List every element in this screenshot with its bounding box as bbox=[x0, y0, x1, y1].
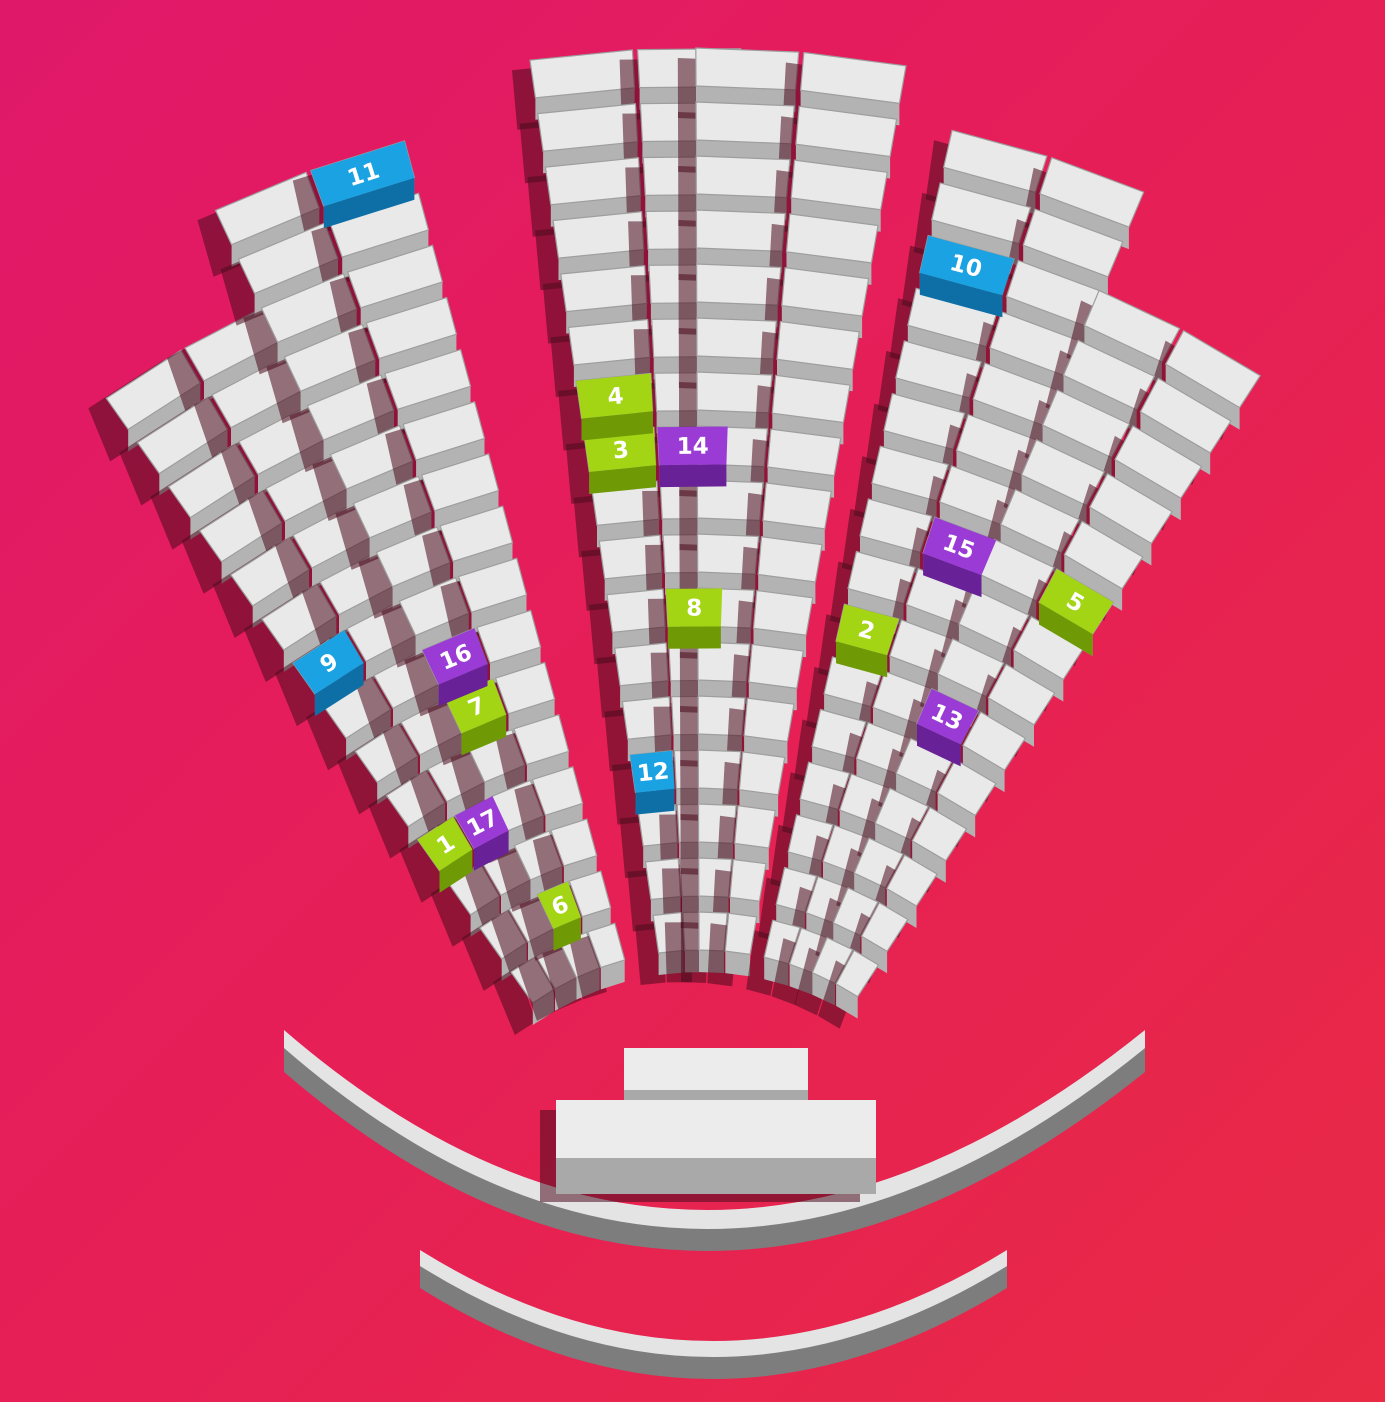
seat[interactable] bbox=[695, 47, 800, 91]
seating-hall-svg: 11796716111283 14421510135 bbox=[88, 47, 1262, 1379]
marked-seat-8[interactable]: 8 bbox=[665, 588, 723, 649]
podium-lower-front bbox=[556, 1158, 876, 1194]
marked-seat-front bbox=[635, 788, 675, 815]
seat[interactable] bbox=[757, 536, 823, 583]
seat[interactable] bbox=[748, 643, 804, 690]
seat[interactable] bbox=[738, 751, 786, 796]
seat[interactable] bbox=[752, 589, 814, 636]
stage-area bbox=[284, 1030, 1145, 1379]
marked-seat-front bbox=[667, 626, 721, 649]
seat-number-label: 14 bbox=[677, 434, 709, 460]
seating-map: 1 17 9 6 7 16 11 12 8 3 14 4 2 15 10 13 5 bbox=[0, 0, 1385, 1402]
podium-upper bbox=[624, 1048, 808, 1090]
stage-edge-arc-top bbox=[420, 1250, 1007, 1357]
seat-number-label: 4 bbox=[606, 383, 625, 410]
marked-seat-front bbox=[659, 464, 727, 488]
seat-number-label: 3 bbox=[612, 437, 631, 464]
podium-lower bbox=[556, 1100, 876, 1158]
seat-sections bbox=[88, 47, 1262, 1035]
seat-number-label: 8 bbox=[686, 596, 702, 622]
stage-edge-arc bbox=[420, 1258, 1007, 1379]
marked-seat-4[interactable]: 4 bbox=[576, 373, 653, 441]
seat-number-label: 12 bbox=[636, 758, 670, 787]
seat[interactable] bbox=[743, 697, 795, 743]
marked-seat-12[interactable]: 12 bbox=[630, 750, 675, 815]
seat-front bbox=[725, 951, 751, 977]
seat[interactable] bbox=[734, 805, 776, 849]
seat[interactable] bbox=[762, 482, 832, 530]
seat[interactable] bbox=[729, 858, 767, 902]
marked-seat-14[interactable]: 14 bbox=[657, 426, 728, 488]
seat[interactable] bbox=[724, 912, 758, 956]
seat[interactable] bbox=[695, 101, 795, 145]
podium-upper-front bbox=[624, 1090, 808, 1100]
